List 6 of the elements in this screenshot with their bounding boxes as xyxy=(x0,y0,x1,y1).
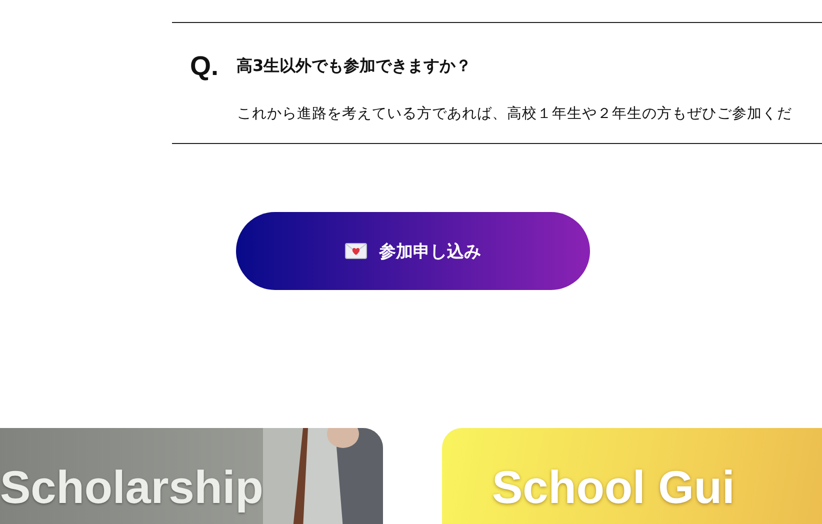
card-title: Scholarship xyxy=(0,464,264,510)
card-title: School Gui xyxy=(492,464,735,510)
question-mark-label: Q. xyxy=(190,51,219,82)
apply-button[interactable]: 参加申し込み xyxy=(236,212,590,290)
faq-answer: これから進路を考えている方であれば、高校１年生や２年生の方もぜひご参加くだ xyxy=(237,104,793,123)
faq-question: 高3生以外でも参加できますか？ xyxy=(236,56,472,77)
